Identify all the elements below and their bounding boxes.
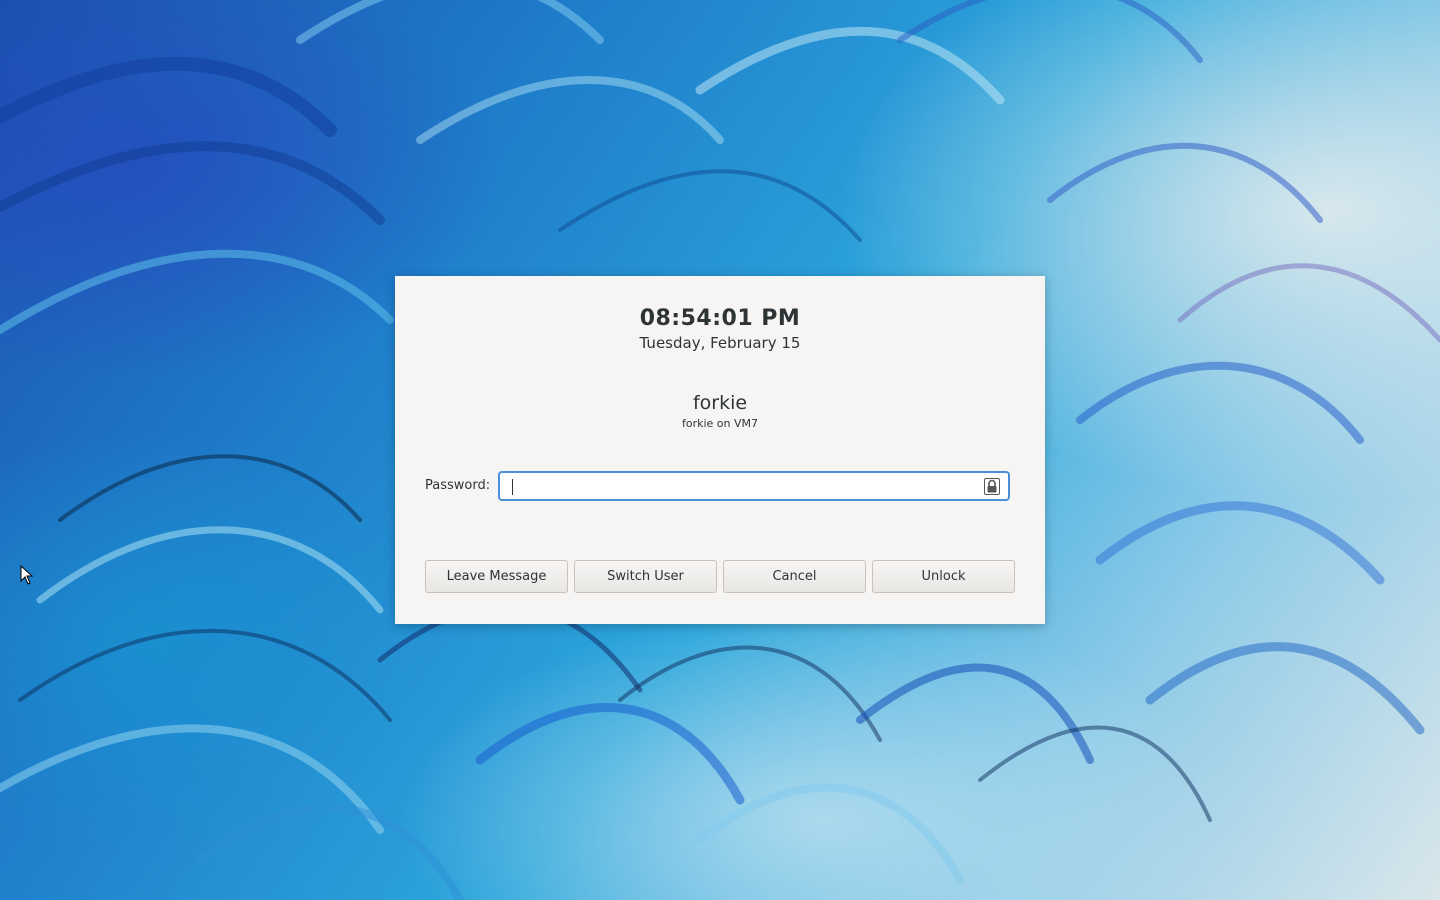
dialog-button-row: Leave Message Switch User Cancel Unlock (425, 560, 1015, 594)
desktop-background: 08:54:01 PM Tuesday, February 15 forkie … (0, 0, 1440, 900)
cancel-button[interactable]: Cancel (723, 560, 866, 593)
password-field[interactable] (498, 471, 1010, 501)
password-input[interactable] (510, 477, 970, 497)
unlock-button[interactable]: Unlock (872, 560, 1015, 593)
leave-message-button[interactable]: Leave Message (425, 560, 568, 593)
password-label: Password: (425, 478, 491, 493)
unlock-dialog: 08:54:01 PM Tuesday, February 15 forkie … (395, 276, 1045, 624)
clock-date: Tuesday, February 15 (639, 334, 801, 352)
text-caret (512, 479, 513, 495)
user-host-line: forkie on VM7 (681, 417, 759, 430)
lock-icon (984, 478, 1000, 495)
switch-user-button[interactable]: Switch User (574, 560, 717, 593)
user-name: forkie (692, 392, 748, 414)
mouse-pointer-icon (20, 565, 34, 585)
clock-time: 08:54:01 PM (639, 306, 801, 331)
